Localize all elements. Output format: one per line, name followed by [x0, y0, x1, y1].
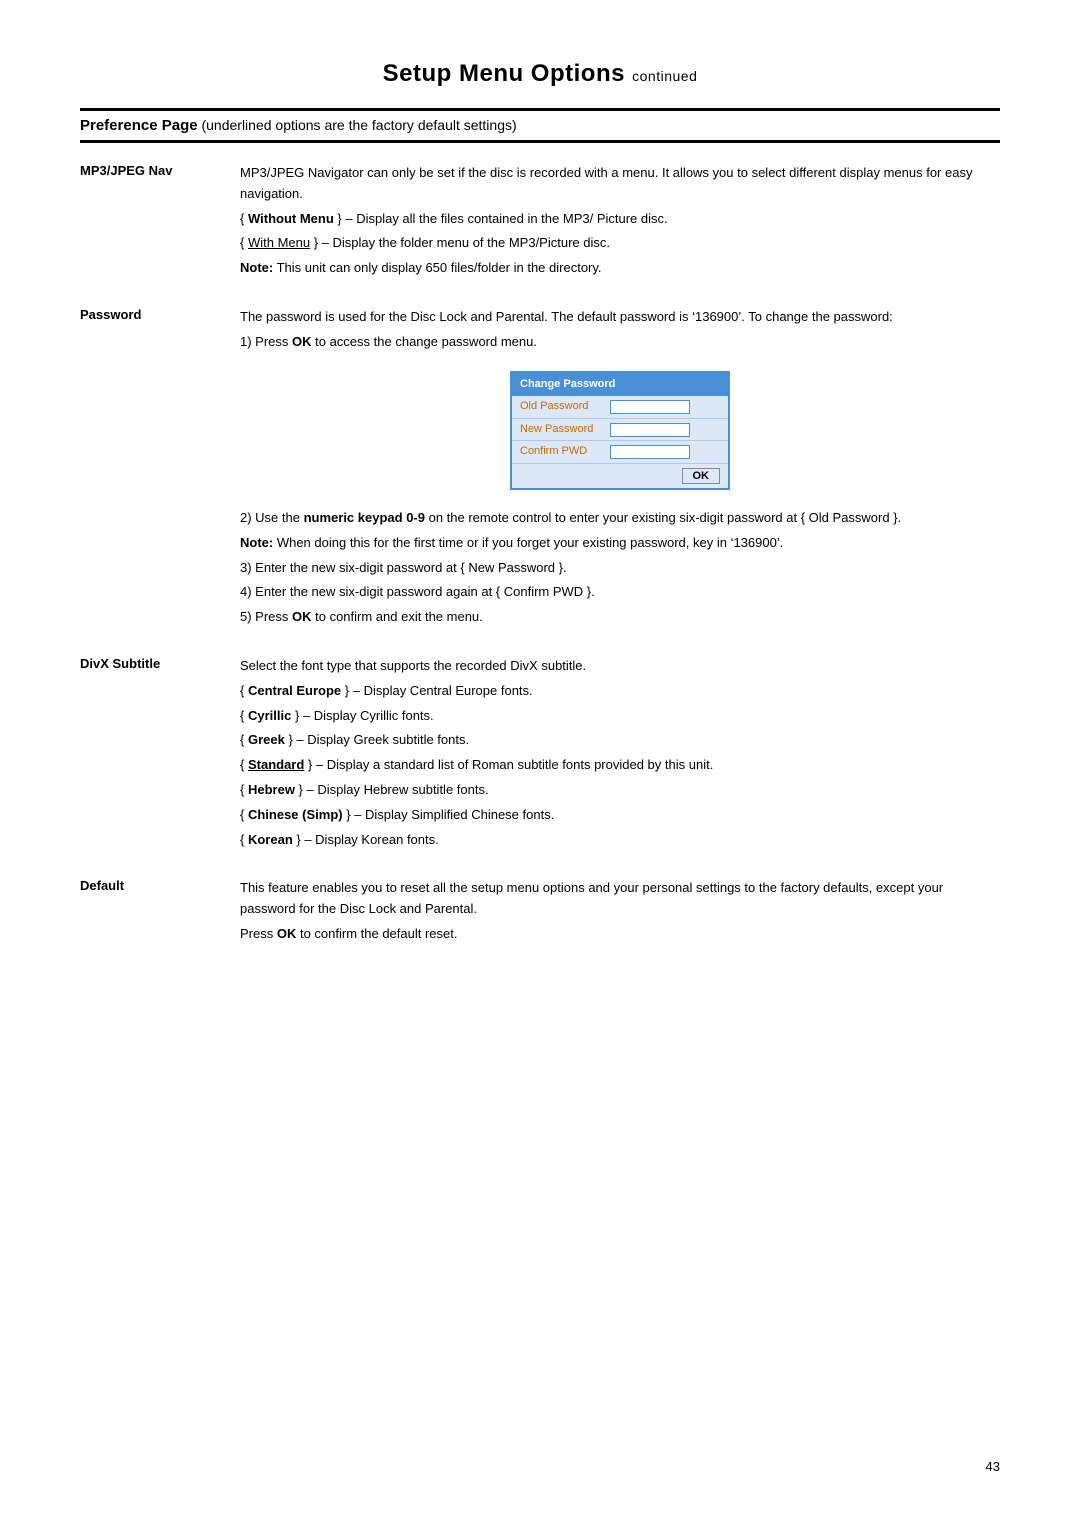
- password-step4: 4) Enter the new six-digit password agai…: [240, 582, 1000, 603]
- password-step2: 2) Use the numeric keypad 0-9 on the rem…: [240, 508, 1000, 529]
- dialog-input-old: [610, 400, 690, 414]
- dialog-input-new: [610, 423, 690, 437]
- default-press: Press OK to confirm the default reset.: [240, 924, 1000, 945]
- dialog-input-confirm: [610, 445, 690, 459]
- dialog-row-old: Old Password: [512, 396, 728, 419]
- dialog-label-old: Old Password: [520, 398, 610, 416]
- mp3jpeg-option1: { Without Menu } – Display all the files…: [240, 209, 1000, 230]
- password-step5: 5) Press OK to confirm and exit the menu…: [240, 607, 1000, 628]
- password-step3: 3) Enter the new six-digit password at {…: [240, 558, 1000, 579]
- page-number: 43: [986, 1459, 1000, 1474]
- divx-option-6: { Korean } – Display Korean fonts.: [240, 830, 1000, 851]
- page-container: Setup Menu Options continued Preference …: [0, 0, 1080, 1524]
- password-note: Note: When doing this for the first time…: [240, 533, 1000, 554]
- dialog-ok-button[interactable]: OK: [682, 468, 721, 484]
- section-header: Preference Page (underlined options are …: [80, 108, 1000, 143]
- mp3jpeg-note: Note: This unit can only display 650 fil…: [240, 258, 1000, 279]
- divx-option-5: { Chinese (Simp) } – Display Simplified …: [240, 805, 1000, 826]
- password-step1: 1) Press OK to access the change passwor…: [240, 332, 1000, 353]
- divx-option-4: { Hebrew } – Display Hebrew subtitle fon…: [240, 780, 1000, 801]
- label-default: Default: [80, 878, 240, 893]
- dialog-row-new: New Password: [512, 419, 728, 442]
- row-password: Password The password is used for the Di…: [80, 307, 1000, 632]
- default-intro: This feature enables you to reset all th…: [240, 878, 1000, 920]
- label-mp3jpeg: MP3/JPEG Nav: [80, 163, 240, 178]
- divx-option-1: { Cyrillic } – Display Cyrillic fonts.: [240, 706, 1000, 727]
- label-password: Password: [80, 307, 240, 322]
- section-header-title: Preference Page: [80, 117, 198, 134]
- divx-option-0: { Central Europe } – Display Central Eur…: [240, 681, 1000, 702]
- content-divx: Select the font type that supports the r…: [240, 656, 1000, 854]
- divx-option-3: { Standard } – Display a standard list o…: [240, 755, 1000, 776]
- divx-intro: Select the font type that supports the r…: [240, 656, 1000, 677]
- content-default: This feature enables you to reset all th…: [240, 878, 1000, 948]
- dialog-label-new: New Password: [520, 421, 610, 439]
- content-password: The password is used for the Disc Lock a…: [240, 307, 1000, 632]
- mp3jpeg-intro: MP3/JPEG Navigator can only be set if th…: [240, 163, 1000, 205]
- password-intro: The password is used for the Disc Lock a…: [240, 307, 1000, 328]
- mp3jpeg-option2: { With Menu } – Display the folder menu …: [240, 233, 1000, 254]
- divx-option-2: { Greek } – Display Greek subtitle fonts…: [240, 730, 1000, 751]
- row-divx: DivX Subtitle Select the font type that …: [80, 656, 1000, 854]
- dialog-row-confirm: Confirm PWD: [512, 441, 728, 464]
- dialog-title: Change Password: [512, 373, 728, 397]
- dialog-row-ok: OK: [512, 464, 728, 488]
- content-mp3jpeg: MP3/JPEG Navigator can only be set if th…: [240, 163, 1000, 283]
- label-divx: DivX Subtitle: [80, 656, 240, 671]
- row-default: Default This feature enables you to rese…: [80, 878, 1000, 948]
- row-mp3jpeg: MP3/JPEG Nav MP3/JPEG Navigator can only…: [80, 163, 1000, 283]
- dialog-wrapper: Change Password Old Password New Passwor…: [240, 361, 1000, 500]
- dialog-label-confirm: Confirm PWD: [520, 443, 610, 461]
- section-header-note: (underlined options are the factory defa…: [201, 117, 516, 133]
- page-title: Setup Menu Options continued: [80, 60, 1000, 88]
- title-continued: continued: [632, 68, 697, 84]
- change-password-dialog: Change Password Old Password New Passwor…: [510, 371, 730, 490]
